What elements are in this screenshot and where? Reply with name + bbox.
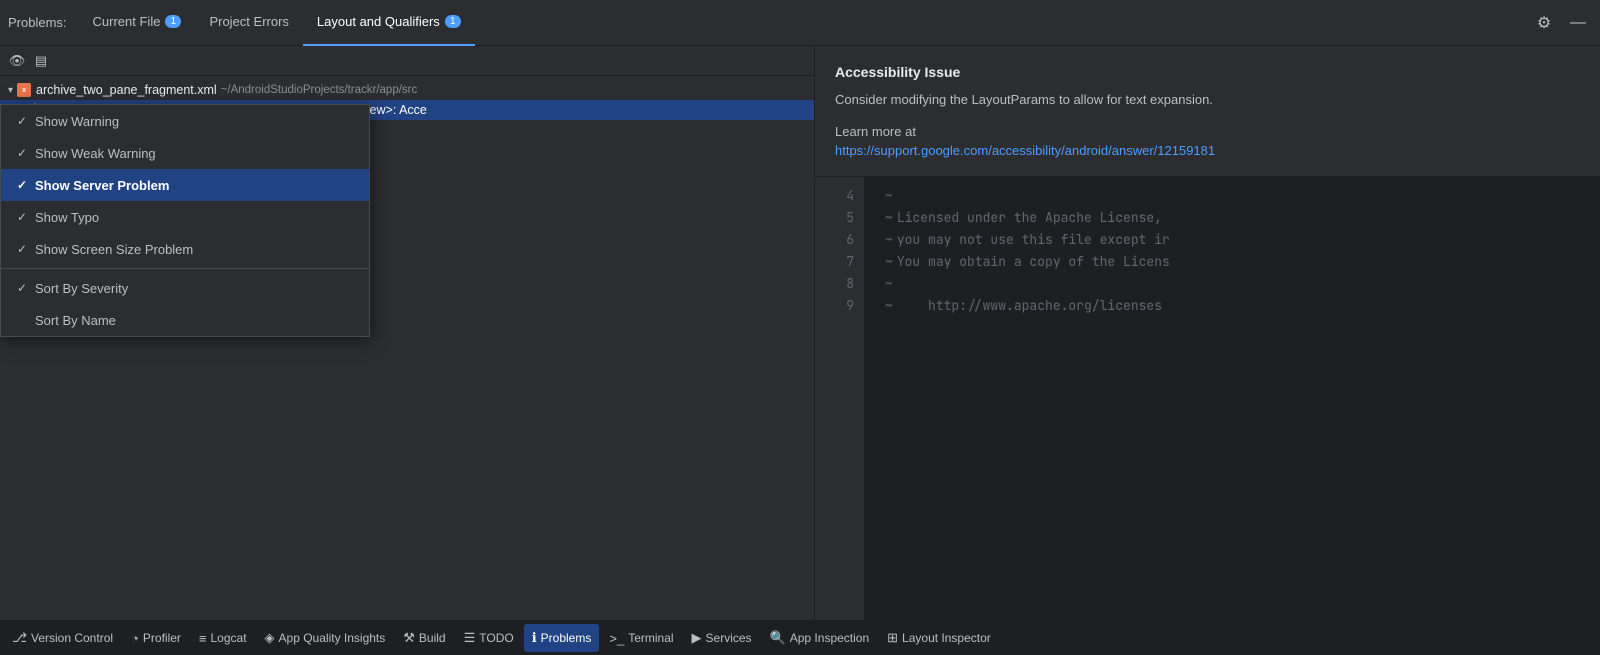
code-line-9: ~ http://www.apache.org/licenses — [885, 295, 1600, 317]
accessibility-info: Accessibility Issue Consider modifying t… — [815, 46, 1600, 177]
tab-badge-layout: 1 — [445, 15, 461, 28]
status-logcat[interactable]: ≡ Logcat — [191, 624, 255, 652]
status-profiler[interactable]: ◔ Profiler — [123, 624, 189, 652]
layout-inspector-label: Layout Inspector — [902, 631, 991, 645]
line-7: 7 — [815, 251, 864, 273]
line-8: 8 — [815, 273, 864, 295]
build-label: Build — [419, 631, 446, 645]
status-bar: ⎇ Version Control ◔ Profiler ≡ Logcat ◈ … — [0, 620, 1600, 655]
terminal-icon: >_ — [609, 631, 624, 646]
menu-item-show-server-problem[interactable]: ✓ Show Server Problem — [1, 169, 369, 201]
code-content: ~ ~ Licensed under the Apache License, ~… — [865, 177, 1600, 621]
logcat-label: Logcat — [211, 631, 247, 645]
profiler-label: Profiler — [143, 631, 181, 645]
status-todo[interactable]: ☰ TODO — [456, 624, 522, 652]
menu-item-show-warning[interactable]: ✓ Show Warning — [1, 105, 369, 137]
code-line-6: ~ you may not use this file except ir — [885, 229, 1600, 251]
line-5: 5 — [815, 207, 864, 229]
code-line-4: ~ — [885, 185, 1600, 207]
file-name: archive_two_pane_fragment.xml — [36, 83, 217, 97]
accessibility-title: Accessibility Issue — [835, 64, 1580, 80]
app-quality-label: App Quality Insights — [279, 631, 386, 645]
accessibility-description: Consider modifying the LayoutParams to a… — [835, 90, 1580, 110]
file-path: ~/AndroidStudioProjects/trackr/app/src — [221, 84, 418, 96]
code-editor: 4 5 6 7 8 9 ~ ~ Licensed under the Apach… — [815, 177, 1600, 621]
profiler-icon: ◔ — [131, 631, 139, 646]
todo-label: TODO — [479, 631, 513, 645]
eye-icon[interactable]: 👁 — [6, 50, 28, 72]
check-show-server-problem: ✓ — [17, 178, 35, 192]
tab-layout-qualifiers[interactable]: Layout and Qualifiers 1 — [303, 0, 475, 46]
app-inspection-label: App Inspection — [790, 631, 869, 645]
line-9: 9 — [815, 295, 864, 317]
left-panel: 👁 ▤ ▾ x archive_two_pane_fragment.xml ~/… — [0, 46, 815, 620]
settings-button[interactable]: ⚙ — [1530, 9, 1558, 37]
menu-item-sort-severity[interactable]: ✓ Sort By Severity — [1, 272, 369, 304]
check-show-weak-warning: ✓ — [17, 146, 35, 160]
code-line-5: ~ Licensed under the Apache License, — [885, 207, 1600, 229]
status-services[interactable]: ▶ Services — [684, 624, 760, 652]
services-icon: ▶ — [692, 630, 702, 646]
check-sort-name — [17, 313, 35, 327]
code-line-7: ~ You may obtain a copy of the Licens — [885, 251, 1600, 273]
menu-label-show-warning: Show Warning — [35, 114, 119, 129]
menu-label-sort-severity: Sort By Severity — [35, 281, 128, 296]
tab-badge-current-file: 1 — [165, 15, 181, 28]
layout-inspector-icon: ⊞ — [887, 630, 898, 646]
app-quality-icon: ◈ — [265, 630, 275, 646]
line-6: 6 — [815, 229, 864, 251]
menu-divider-1 — [1, 268, 369, 269]
menu-label-show-server-problem: Show Server Problem — [35, 178, 169, 193]
tab-bar: Problems: Current File 1 Project Errors … — [0, 0, 1600, 46]
build-icon: ⚒ — [403, 630, 415, 646]
status-terminal[interactable]: >_ Terminal — [601, 624, 681, 652]
learn-more-link[interactable]: https://support.google.com/accessibility… — [835, 143, 1580, 158]
layout-icon[interactable]: ▤ — [30, 50, 52, 72]
status-app-quality[interactable]: ◈ App Quality Insights — [257, 624, 394, 652]
menu-label-show-typo: Show Typo — [35, 210, 99, 225]
tab-bar-actions: ⚙ — — [1530, 9, 1592, 37]
menu-item-show-typo[interactable]: ✓ Show Typo — [1, 201, 369, 233]
dropdown-menu: ✓ Show Warning ✓ Show Weak Warning ✓ Sho… — [0, 104, 370, 337]
status-layout-inspector[interactable]: ⊞ Layout Inspector — [879, 624, 999, 652]
problems-status-icon: ℹ — [532, 630, 537, 646]
menu-label-show-weak-warning: Show Weak Warning — [35, 146, 156, 161]
status-problems[interactable]: ℹ Problems — [524, 624, 600, 652]
problems-label: Problems: — [8, 15, 67, 30]
todo-icon: ☰ — [464, 630, 476, 646]
status-version-control[interactable]: ⎇ Version Control — [4, 624, 121, 652]
code-line-8: ~ — [885, 273, 1600, 295]
version-control-icon: ⎇ — [12, 630, 27, 646]
right-panel: Accessibility Issue Consider modifying t… — [815, 46, 1600, 620]
menu-label-sort-name: Sort By Name — [35, 313, 116, 328]
learn-more-label: Learn more at — [835, 124, 1580, 139]
minimize-button[interactable]: — — [1564, 9, 1592, 37]
check-sort-severity: ✓ — [17, 281, 35, 295]
tab-current-file[interactable]: Current File 1 — [79, 0, 196, 46]
tree-arrow: ▾ — [8, 85, 13, 96]
menu-item-sort-name[interactable]: Sort By Name — [1, 304, 369, 336]
app-inspection-icon: 🔍 — [770, 630, 786, 646]
line-4: 4 — [815, 185, 864, 207]
tree-file-item[interactable]: ▾ x archive_two_pane_fragment.xml ~/Andr… — [0, 80, 814, 100]
terminal-label: Terminal — [628, 631, 673, 645]
problems-status-label: Problems — [541, 631, 592, 645]
check-show-warning: ✓ — [17, 114, 35, 128]
check-show-typo: ✓ — [17, 210, 35, 224]
menu-item-show-weak-warning[interactable]: ✓ Show Weak Warning — [1, 137, 369, 169]
version-control-label: Version Control — [31, 631, 113, 645]
xml-icon: x — [17, 83, 31, 97]
check-show-screen-size: ✓ — [17, 242, 35, 256]
logcat-icon: ≡ — [199, 631, 207, 646]
status-app-inspection[interactable]: 🔍 App Inspection — [762, 624, 878, 652]
status-build[interactable]: ⚒ Build — [395, 624, 453, 652]
line-numbers: 4 5 6 7 8 9 — [815, 177, 865, 621]
services-label: Services — [706, 631, 752, 645]
main-content: 👁 ▤ ▾ x archive_two_pane_fragment.xml ~/… — [0, 46, 1600, 620]
menu-item-show-screen-size[interactable]: ✓ Show Screen Size Problem — [1, 233, 369, 265]
menu-label-show-screen-size: Show Screen Size Problem — [35, 242, 193, 257]
panel-toolbar: 👁 ▤ — [0, 46, 814, 76]
tab-project-errors[interactable]: Project Errors — [195, 0, 302, 46]
